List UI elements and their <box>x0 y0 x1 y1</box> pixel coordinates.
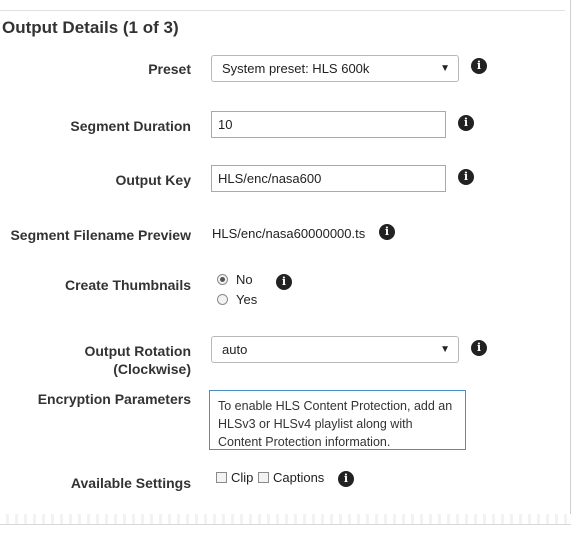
segment-filename-preview-label: Segment Filename Preview <box>10 227 191 243</box>
output-key-input[interactable]: HLS/enc/nasa600 <box>211 165 446 192</box>
encryption-notice: To enable HLS Content Protection, add an… <box>209 390 466 450</box>
info-icon[interactable]: i <box>458 115 474 131</box>
segment-filename-preview-value: HLS/enc/nasa60000000.ts <box>212 226 366 241</box>
preset-value: System preset: HLS 600k <box>222 61 370 76</box>
clip-checkbox[interactable] <box>216 472 227 483</box>
output-rotation-value: auto <box>222 342 248 357</box>
output-details-panel: Output Details (1 of 3) Preset System pr… <box>0 0 571 525</box>
setting-clip[interactable]: Clip <box>216 470 253 485</box>
clip-label: Clip <box>231 470 254 485</box>
segment-duration-label: Segment Duration <box>70 118 191 134</box>
segment-duration-input[interactable]: 10 <box>211 111 446 138</box>
output-key-label: Output Key <box>115 172 191 188</box>
available-settings-label: Available Settings <box>70 475 191 491</box>
captions-label: Captions <box>273 470 325 485</box>
preset-label: Preset <box>148 61 191 77</box>
thumbnails-no-label: No <box>236 272 253 287</box>
captions-checkbox[interactable] <box>258 472 269 483</box>
output-rotation-sublabel: (Clockwise) <box>113 361 191 377</box>
info-icon[interactable]: i <box>276 274 292 290</box>
radio-yes[interactable] <box>217 294 228 305</box>
thumbnails-option-yes[interactable]: Yes <box>217 292 257 307</box>
create-thumbnails-label: Create Thumbnails <box>64 277 191 293</box>
info-icon[interactable]: i <box>338 471 354 487</box>
chevron-down-icon: ▼ <box>440 63 450 74</box>
chevron-down-icon: ▼ <box>440 344 450 355</box>
preset-select[interactable]: System preset: HLS 600k ▼ <box>211 55 459 82</box>
thumbnails-option-no[interactable]: No <box>217 272 253 287</box>
divider <box>0 10 565 11</box>
info-icon[interactable]: i <box>458 169 474 185</box>
info-icon[interactable]: i <box>471 58 487 74</box>
setting-captions[interactable]: Captions <box>258 470 324 485</box>
info-icon[interactable]: i <box>471 340 487 356</box>
radio-no[interactable] <box>217 274 228 285</box>
thumbnails-yes-label: Yes <box>236 292 258 307</box>
encryption-parameters-label: Encryption Parameters <box>37 391 191 407</box>
info-icon[interactable]: i <box>379 224 395 240</box>
output-rotation-label: Output Rotation <box>84 343 191 359</box>
section-title: Output Details (1 of 3) <box>2 18 179 37</box>
output-rotation-select[interactable]: auto ▼ <box>211 336 459 363</box>
